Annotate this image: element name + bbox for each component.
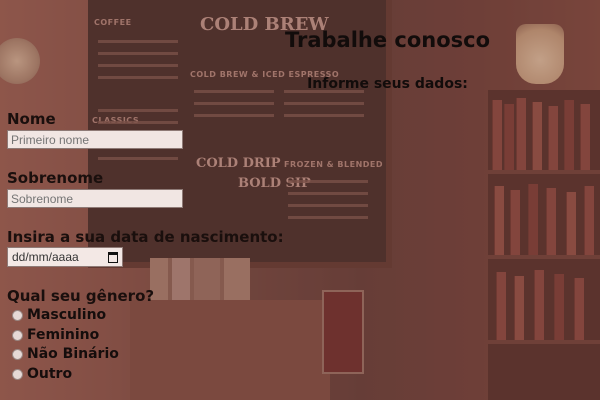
- last-name-label: Sobrenome: [7, 169, 104, 187]
- page-subtitle: Informe seus dados:: [307, 76, 468, 92]
- gender-option-label: Não Binário: [27, 346, 119, 362]
- last-name-input[interactable]: [7, 189, 183, 208]
- calendar-icon[interactable]: [108, 251, 118, 263]
- birthdate-input[interactable]: dd/mm/aaaa: [7, 247, 123, 267]
- page-title: Trabalhe conosco: [284, 28, 491, 52]
- first-name-label: Nome: [7, 110, 56, 128]
- gender-label: Qual seu gênero?: [7, 287, 155, 305]
- first-name-input[interactable]: [7, 130, 183, 149]
- gender-option-feminino[interactable]: Feminino: [12, 327, 99, 343]
- gender-option-label: Outro: [27, 366, 73, 382]
- gender-option-nao-binario[interactable]: Não Binário: [12, 346, 119, 362]
- radio-button[interactable]: [12, 309, 23, 321]
- radio-button[interactable]: [12, 329, 23, 341]
- birthdate-label: Insira a sua data de nascimento:: [7, 228, 284, 246]
- radio-button[interactable]: [12, 348, 23, 360]
- gender-option-label: Feminino: [27, 327, 100, 343]
- gender-option-label: Masculino: [27, 307, 107, 323]
- radio-button[interactable]: [12, 368, 23, 380]
- birthdate-value: dd/mm/aaaa: [12, 250, 79, 264]
- gender-option-masculino[interactable]: Masculino: [12, 307, 106, 323]
- gender-option-outro[interactable]: Outro: [12, 366, 72, 382]
